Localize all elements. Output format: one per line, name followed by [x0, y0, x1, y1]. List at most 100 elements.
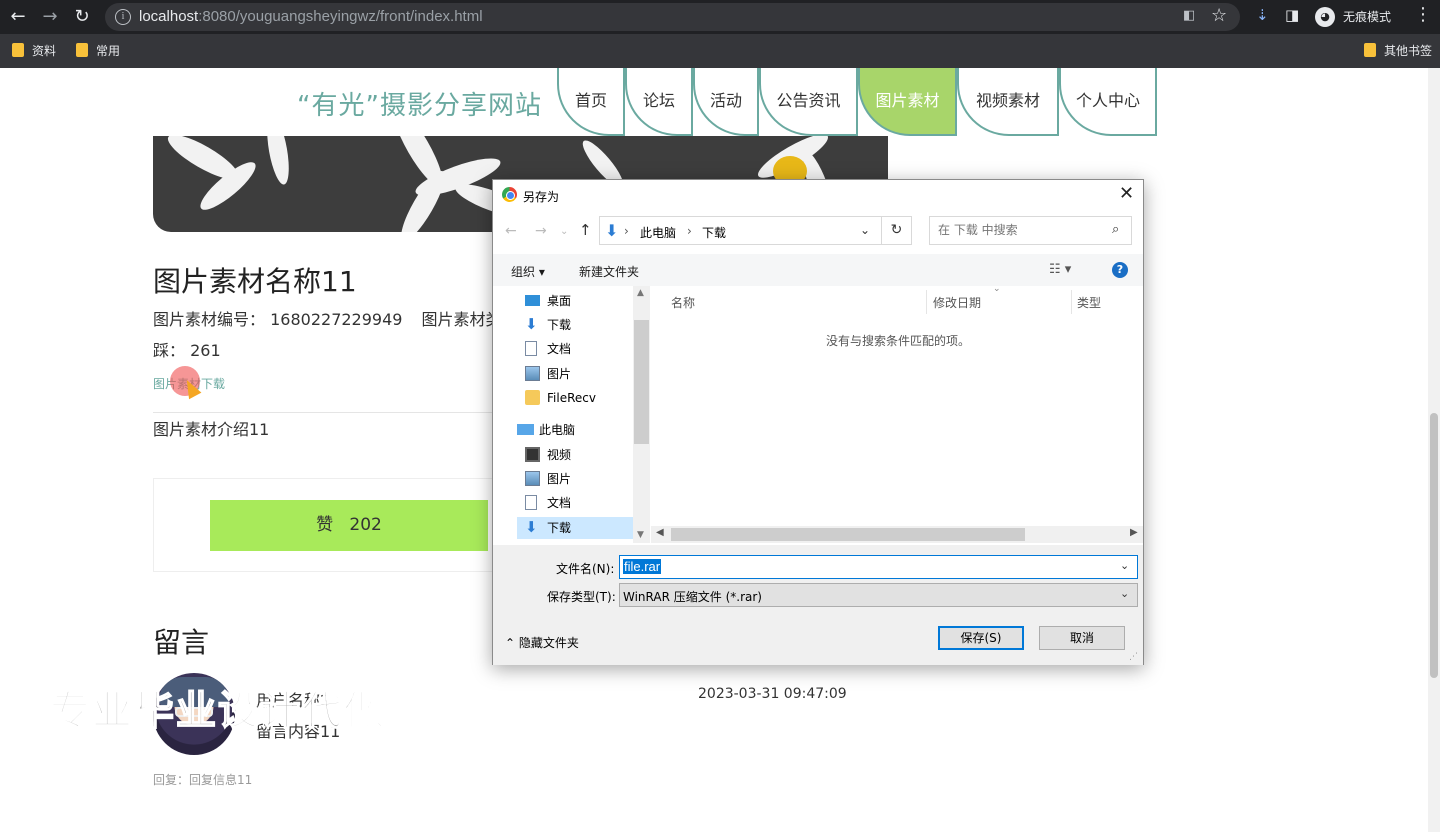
download-progress-icon[interactable]: ⇣ — [1256, 6, 1269, 24]
forward-icon[interactable]: → — [38, 5, 62, 29]
back-icon[interactable]: ← — [6, 5, 30, 29]
refresh-icon[interactable]: ↻ — [882, 216, 912, 245]
column-modified[interactable]: 修改日期 — [933, 294, 981, 311]
crumb-downloads[interactable]: 下载 — [702, 224, 726, 241]
crumb-this-pc[interactable]: 此电脑 — [640, 224, 676, 241]
comment-time: 2023-03-31 09:47:09 — [698, 686, 847, 702]
side-panel-icon[interactable]: ◨ — [1285, 6, 1299, 24]
download-icon: ⬇ — [605, 221, 619, 240]
save-as-dialog: 另存为 ✕ ← → ⌄ ↑ ⬇ › 此电脑 › 下载 ⌄ ↻ ⌕ 组织 ▾ 新建… — [492, 179, 1144, 665]
like-button[interactable]: 赞 202 — [210, 500, 488, 551]
dislike-count: 踩： 261 — [153, 341, 221, 360]
filetype-label: 保存类型(T): — [547, 590, 616, 604]
site-info-icon[interactable]: i — [115, 9, 131, 25]
scroll-up-icon[interactable]: ▲ — [637, 288, 644, 298]
bookmark-folder-ziliao[interactable]: 资料 — [12, 42, 56, 60]
nav-pictures[interactable]: 图片素材 — [858, 68, 957, 136]
picture-icon — [525, 366, 540, 381]
folder-icon — [12, 43, 24, 57]
nav-activity[interactable]: 活动 — [693, 68, 759, 136]
scrollbar-thumb[interactable] — [634, 320, 649, 444]
tree-item-pictures-pc[interactable]: 图片 — [525, 468, 633, 490]
scroll-right-icon[interactable]: ▶ — [1130, 527, 1138, 538]
download-icon: ⬇ — [525, 315, 538, 333]
tree-item-videos[interactable]: 视频 — [525, 444, 633, 466]
filename-value[interactable]: file.rar — [623, 559, 662, 574]
bookmark-star-icon[interactable]: ☆ — [1211, 5, 1227, 26]
reload-icon[interactable]: ↻ — [70, 5, 94, 29]
help-icon[interactable]: ? — [1112, 262, 1128, 278]
vote-panel: 赞 202 — [153, 478, 493, 572]
folder-icon — [1364, 43, 1376, 57]
bookmark-folder-other[interactable]: 其他书签 — [1364, 42, 1432, 60]
forward-icon[interactable]: → — [535, 223, 547, 239]
document-icon — [525, 495, 537, 510]
tree-scrollbar[interactable]: ▲ ▼ — [633, 286, 650, 543]
blocked-popup-icon[interactable]: ◧ — [1183, 8, 1201, 26]
hide-folders-toggle[interactable]: ⌃ 隐藏文件夹 — [505, 634, 579, 651]
file-list-hscrollbar[interactable]: ◀ ▶ — [651, 526, 1143, 543]
page-scrollbar[interactable] — [1428, 68, 1440, 832]
bookmark-folder-changyong[interactable]: 常用 — [76, 42, 120, 60]
address-bar[interactable]: i localhost:8080/youguangsheyingwz/front… — [105, 3, 1240, 31]
browser-toolbar: ← → ↻ i localhost:8080/youguangsheyingwz… — [0, 0, 1440, 34]
filename-label: 文件名(N): — [556, 562, 615, 576]
search-icon[interactable]: ⌕ — [1112, 222, 1119, 237]
site-title: “有光”摄影分享网站 — [297, 91, 542, 121]
nav-news[interactable]: 公告资讯 — [759, 68, 858, 136]
picture-name: 图片素材名称11 — [153, 265, 357, 298]
nav-profile[interactable]: 个人中心 — [1059, 68, 1157, 136]
up-folder-icon[interactable]: ↑ — [579, 221, 592, 239]
tree-item-this-pc[interactable]: 此电脑 — [517, 419, 633, 441]
scrollbar-thumb[interactable] — [671, 528, 1025, 541]
menu-icon[interactable]: ⋮ — [1414, 4, 1432, 25]
picture-icon — [525, 471, 540, 486]
save-button[interactable]: 保存(S) — [938, 626, 1024, 650]
filename-field[interactable]: file.rar ⌄ — [619, 555, 1138, 579]
computer-icon — [517, 424, 534, 435]
scrollbar-thumb[interactable] — [1430, 413, 1438, 678]
scroll-down-icon[interactable]: ▼ — [637, 530, 644, 540]
resize-grip-icon[interactable]: ⋰ — [1129, 652, 1138, 662]
picture-intro: 图片素材介绍11 — [153, 420, 270, 439]
empty-message: 没有与搜索条件匹配的项。 — [826, 334, 971, 348]
tree-item-documents[interactable]: 文档📌 — [525, 338, 633, 360]
chevron-down-icon[interactable]: ⌄ — [1120, 587, 1129, 600]
new-folder-button[interactable]: 新建文件夹 — [579, 263, 639, 280]
dialog-footer: 文件名(N): file.rar ⌄ 保存类型(T): WinRAR 压缩文件 … — [493, 545, 1143, 665]
tree-item-downloads[interactable]: ⬇ 下载📌 — [525, 314, 633, 336]
tree-item-filerecv[interactable]: FileRecv📌 — [525, 387, 633, 409]
filetype-select[interactable]: WinRAR 压缩文件 (*.rar) ⌄ — [619, 583, 1138, 607]
column-type[interactable]: 类型 — [1077, 294, 1101, 311]
folder-icon — [525, 390, 540, 405]
close-icon[interactable]: ✕ — [1119, 183, 1134, 204]
nav-home[interactable]: 首页 — [557, 68, 625, 136]
search-box[interactable]: ⌕ — [929, 216, 1132, 245]
incognito-indicator[interactable]: ◕ 无痕模式 — [1313, 5, 1421, 29]
tree-item-documents-pc[interactable]: 文档 — [525, 492, 633, 514]
comments-heading: 留言 — [153, 626, 210, 659]
chevron-down-icon[interactable]: ⌄ — [860, 223, 870, 237]
tree-item-pictures[interactable]: 图片📌 — [525, 363, 633, 385]
tree-item-desktop[interactable]: 桌面📌 — [525, 290, 633, 312]
tree-item-downloads-pc[interactable]: ⬇ 下载 — [517, 517, 633, 539]
incognito-icon: ◕ — [1315, 7, 1335, 27]
picture-code: 1680227229949 — [270, 310, 403, 329]
search-input[interactable] — [938, 223, 1108, 237]
column-name[interactable]: 名称 — [671, 294, 695, 311]
back-icon[interactable]: ← — [505, 223, 517, 239]
divider — [153, 412, 493, 413]
scroll-left-icon[interactable]: ◀ — [656, 527, 664, 538]
path-breadcrumb[interactable]: ⬇ › 此电脑 › 下载 ⌄ — [599, 216, 882, 245]
organize-button[interactable]: 组织 ▾ — [511, 263, 545, 280]
chrome-logo-icon — [502, 187, 517, 202]
nav-videos[interactable]: 视频素材 — [957, 68, 1059, 136]
cancel-button[interactable]: 取消 — [1039, 626, 1125, 650]
recent-locations-icon[interactable]: ⌄ — [560, 226, 568, 237]
chevron-down-icon[interactable]: ⌄ — [1120, 559, 1129, 572]
document-icon — [525, 341, 537, 356]
chevron-up-icon: ⌃ — [505, 636, 516, 650]
nav-forum[interactable]: 论坛 — [625, 68, 693, 136]
video-icon — [525, 447, 540, 462]
view-options-icon[interactable]: ☷ ▾ — [1049, 262, 1071, 277]
